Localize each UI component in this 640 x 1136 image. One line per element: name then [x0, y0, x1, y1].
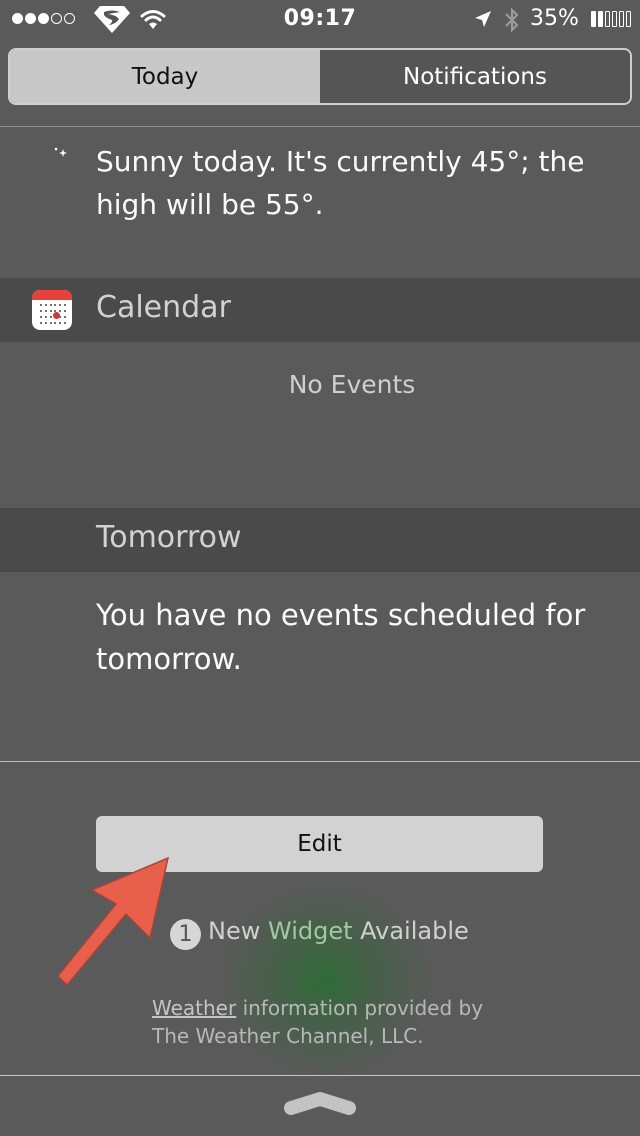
- touch-highlight: [215, 880, 435, 1080]
- divider: [0, 1075, 640, 1076]
- calendar-dot: [44, 304, 47, 306]
- bluetooth-icon: [505, 7, 519, 33]
- calendar-dot: [49, 322, 52, 324]
- widget-text-highlight: Widget: [267, 917, 353, 945]
- battery-cell: [626, 11, 631, 27]
- calendar-dot: [40, 304, 42, 306]
- weather-credit: Weather information provided by The Weat…: [152, 994, 483, 1050]
- edit-button[interactable]: Edit: [96, 816, 543, 872]
- chevron-up-icon[interactable]: [283, 1092, 357, 1122]
- battery-cell: [605, 11, 610, 27]
- moon-stars-icon: [42, 147, 67, 174]
- calendar-dot: [44, 310, 47, 312]
- battery-icon: [591, 11, 631, 27]
- weather-credit-link[interactable]: Weather: [152, 996, 236, 1020]
- tab-today[interactable]: Today: [10, 50, 320, 103]
- divider: [0, 761, 640, 762]
- widget-text-prefix: New: [208, 917, 268, 945]
- calendar-dot: [59, 322, 62, 324]
- calendar-dot: [63, 304, 66, 306]
- divider: [0, 126, 640, 127]
- calendar-dot: [49, 310, 52, 312]
- status-bar: 09:17 35%: [0, 0, 640, 40]
- calendar-dot: [63, 310, 66, 312]
- battery-cell: [598, 11, 603, 27]
- credit-line2: The Weather Channel, LLC.: [152, 1024, 424, 1048]
- tomorrow-message: You have no events scheduled for tomorro…: [96, 598, 586, 676]
- calendar-dot: [49, 304, 52, 306]
- calendar-dot: [54, 304, 57, 306]
- calendar-dot: [63, 322, 66, 324]
- tab-notifications[interactable]: Notifications: [320, 50, 630, 103]
- calendar-dot: [40, 322, 42, 324]
- today-notifications-switch: Today Notifications: [8, 48, 632, 105]
- calendar-dot: [59, 304, 62, 306]
- calendar-title: Calendar: [96, 290, 231, 325]
- new-widget-count-badge: 1: [170, 919, 201, 950]
- widget-text-suffix: Available: [352, 917, 469, 945]
- calendar-dot: [40, 316, 42, 318]
- tomorrow-title: Tomorrow: [96, 520, 242, 555]
- battery-cell: [612, 11, 617, 27]
- calendar-dot: [59, 310, 62, 312]
- battery-cell: [619, 11, 624, 27]
- weather-summary: Sunny today. It's currently 45°; the hig…: [96, 145, 585, 221]
- calendar-icon: [32, 290, 72, 330]
- battery-cell: [591, 11, 596, 27]
- calendar-dot: [49, 316, 52, 318]
- calendar-dot: [44, 316, 47, 318]
- no-events-text: No Events: [288, 370, 416, 399]
- calendar-dot: [40, 310, 42, 312]
- battery-percentage: 35%: [530, 6, 579, 31]
- calendar-dot: [54, 322, 57, 324]
- new-widget-available-link[interactable]: New Widget Available: [208, 917, 469, 945]
- location-arrow-icon: [475, 11, 491, 27]
- calendar-dot: [63, 316, 66, 318]
- credit-line1: information provided by: [236, 996, 484, 1020]
- calendar-dot: [44, 322, 47, 324]
